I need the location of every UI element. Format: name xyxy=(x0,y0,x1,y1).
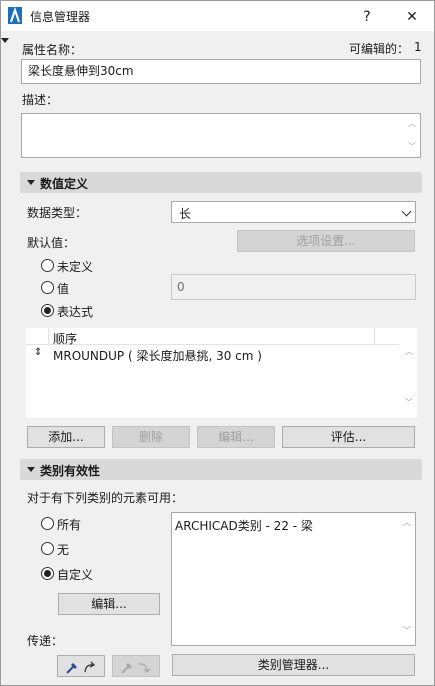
radio-value-label: 值 xyxy=(57,282,70,296)
radio-all[interactable] xyxy=(41,517,54,530)
transfer-pick-button[interactable] xyxy=(57,655,105,677)
window-title: 信息管理器 xyxy=(30,10,91,24)
value-input[interactable]: 0 xyxy=(171,274,416,300)
order-column-header: 顺序 xyxy=(53,332,78,346)
row-handle-icon[interactable]: ⇕ xyxy=(34,347,42,358)
default-value-label: 默认值： xyxy=(27,236,76,250)
radio-all-label: 所有 xyxy=(57,518,82,532)
value-definition-section-header[interactable]: 数值定义 xyxy=(20,172,422,193)
attribute-name-input[interactable]: 梁长度悬伸到30cm xyxy=(21,59,421,84)
data-type-value: 长 xyxy=(179,207,192,221)
scroll-up-icon[interactable]: ︿ xyxy=(401,517,413,528)
scroll-up-icon[interactable]: ︿ xyxy=(403,346,415,357)
description-textarea[interactable]: ︿ ﹀ xyxy=(21,113,421,158)
expression-text: MROUNDUP ( 梁长度加悬挑, 30 cm ) xyxy=(53,349,262,363)
data-type-label: 数据类型： xyxy=(27,206,88,220)
list-item[interactable]: ARCHICAD类别 - 22 - 梁 xyxy=(175,517,313,534)
table-row[interactable]: ⇕ MROUNDUP ( 梁长度加悬挑, 30 cm ) xyxy=(26,346,399,364)
editable-count: 1 xyxy=(414,40,422,54)
evaluate-button[interactable]: 评估... xyxy=(282,426,415,448)
radio-expression-label: 表达式 xyxy=(57,305,94,319)
scroll-down-icon[interactable]: ﹀ xyxy=(401,625,413,636)
expression-scrollbar[interactable]: ︿ ﹀ xyxy=(403,346,415,416)
radio-value[interactable] xyxy=(41,281,54,294)
archicad-logo-icon xyxy=(8,7,22,24)
chevron-down-icon xyxy=(401,206,412,217)
close-button[interactable]: ✕ xyxy=(394,3,430,31)
radio-expression[interactable] xyxy=(41,304,54,317)
transfer-label: 传递： xyxy=(27,634,64,648)
expression-list[interactable]: 顺序 ⇕ MROUNDUP ( 梁长度加悬挑, 30 cm ) ︿ ﹀ xyxy=(26,328,417,418)
data-type-select[interactable]: 长 xyxy=(171,201,416,223)
help-button[interactable]: ? xyxy=(349,3,385,31)
options-settings-button[interactable]: 选项设置... xyxy=(237,230,415,252)
radio-custom[interactable] xyxy=(41,567,54,580)
radio-undefined-label: 未定义 xyxy=(57,260,94,274)
radio-none-label: 无 xyxy=(57,543,70,557)
edit-expression-button[interactable]: 编辑... xyxy=(197,426,275,448)
section-title: 数值定义 xyxy=(40,177,89,191)
title-bar: 信息管理器 ? ✕ xyxy=(1,1,434,31)
classification-section-header[interactable]: 类别有效性 xyxy=(20,459,422,480)
classification-scrollbar[interactable]: ︿ ﹀ xyxy=(401,517,413,642)
radio-none[interactable] xyxy=(41,542,54,555)
classification-list[interactable]: ARCHICAD类别 - 22 - 梁 ︿ ﹀ xyxy=(171,512,416,646)
available-for-label: 对于有下列类别的元素可用： xyxy=(27,491,184,505)
scroll-up-icon[interactable]: ︿ xyxy=(406,118,418,129)
delete-button[interactable]: 删除 xyxy=(112,426,190,448)
edit-classification-button[interactable]: 编辑... xyxy=(58,593,160,615)
section-collapse-icon xyxy=(27,467,35,472)
syringe-inject-icon xyxy=(121,663,151,674)
description-label: 描述： xyxy=(22,93,59,107)
radio-undefined[interactable] xyxy=(41,259,54,272)
attribute-name-label: 属性名称： xyxy=(22,43,83,57)
editable-label: 可编辑的： xyxy=(349,42,410,56)
section-title: 类别有效性 xyxy=(40,464,101,478)
expression-list-header: 顺序 xyxy=(26,328,399,346)
collapse-panel-icon[interactable] xyxy=(1,38,9,43)
description-scrollbar[interactable]: ︿ ﹀ xyxy=(406,118,418,154)
section-collapse-icon xyxy=(27,180,35,185)
radio-custom-label: 自定义 xyxy=(57,568,94,582)
transfer-inject-button[interactable] xyxy=(112,655,160,677)
eyedropper-pick-icon xyxy=(66,661,96,674)
classification-manager-button[interactable]: 类别管理器... xyxy=(172,654,415,676)
scroll-down-icon[interactable]: ﹀ xyxy=(406,141,418,152)
scroll-down-icon[interactable]: ﹀ xyxy=(403,397,415,408)
add-button[interactable]: 添加... xyxy=(27,426,105,448)
